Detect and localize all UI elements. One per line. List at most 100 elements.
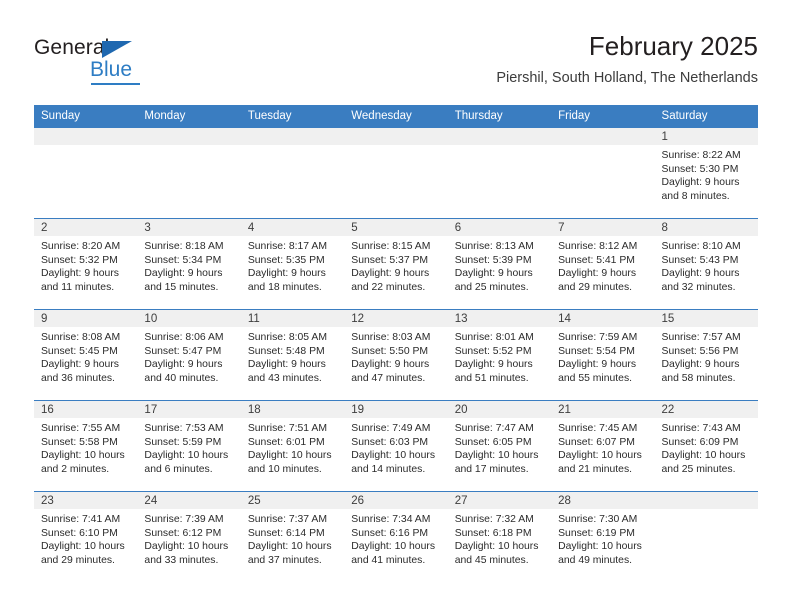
calendar-page: General Blue February 2025 Piershil, Sou… <box>0 0 792 612</box>
sunrise-text: Sunrise: 7:39 AM <box>144 514 224 525</box>
day-number <box>240 128 345 145</box>
logo-underline <box>91 83 140 85</box>
day-number <box>34 128 138 145</box>
calendar-week-row: 1 Sunrise: 8:22 AM Sunset: 5:30 PM Daylight… <box>34 127 758 219</box>
day-number <box>447 128 552 145</box>
weekday-header-wednesday: Wednesday <box>344 105 448 128</box>
sunset-text: Sunset: 6:09 PM <box>661 436 739 448</box>
daylight-text-line1: Daylight: 9 hours <box>558 359 637 371</box>
daylight-text-line2: and 40 minutes. <box>144 372 219 384</box>
daylight-text-line2: and 32 minutes. <box>661 281 736 293</box>
day-details: Sunrise: 7:34 AM Sunset: 6:16 PM Daylight:… <box>344 509 447 567</box>
calendar-day-cell[interactable]: 8 Sunrise: 8:10 AM Sunset: 5:43 PM Daylight… <box>654 218 758 310</box>
daylight-text-line1: Daylight: 9 hours <box>661 359 740 371</box>
daylight-text-line1: Daylight: 9 hours <box>247 268 326 280</box>
sunset-text: Sunset: 6:19 PM <box>558 527 635 539</box>
calendar-day-cell[interactable]: 15 Sunrise: 7:57 AM Sunset: 5:56 PM Dayligh… <box>654 309 758 401</box>
daylight-text-line1: Daylight: 10 hours <box>41 450 125 462</box>
calendar-day-cell[interactable]: 1 Sunrise: 8:22 AM Sunset: 5:30 PM Daylight… <box>654 127 758 219</box>
day-number: 18 <box>240 401 345 418</box>
day-details: Sunrise: 8:13 AM Sunset: 5:39 PM Daylight:… <box>448 236 551 294</box>
daylight-text-line2: and 25 minutes. <box>661 463 736 475</box>
day-details: Sunrise: 8:18 AM Sunset: 5:34 PM Daylight:… <box>137 236 240 294</box>
day-number: 4 <box>240 219 345 236</box>
day-details: Sunrise: 8:15 AM Sunset: 5:37 PM Daylight:… <box>344 236 447 294</box>
daylight-text-line1: Daylight: 9 hours <box>661 268 740 280</box>
calendar-day-cell[interactable]: 4 Sunrise: 8:17 AM Sunset: 5:35 PM Daylight… <box>240 218 345 310</box>
daylight-text-line1: Daylight: 9 hours <box>247 359 326 371</box>
day-number: 26 <box>344 492 448 509</box>
sunrise-text: Sunrise: 8:15 AM <box>351 241 431 252</box>
daylight-text-line2: and 25 minutes. <box>454 281 529 293</box>
page-title: February 2025 <box>588 31 758 61</box>
calendar-day-cell[interactable]: 23 Sunrise: 7:41 AM Sunset: 6:10 PM Dayligh… <box>34 491 138 582</box>
day-number <box>551 128 655 145</box>
weekday-header-sunday: Sunday <box>34 105 138 128</box>
calendar-day-cell[interactable]: 25 Sunrise: 7:37 AM Sunset: 6:14 PM Dayligh… <box>240 491 345 582</box>
calendar-day-cell[interactable]: 6 Sunrise: 8:13 AM Sunset: 5:39 PM Daylight… <box>447 218 552 310</box>
day-number: 13 <box>447 310 552 327</box>
sunrise-text: Sunrise: 8:01 AM <box>454 332 534 343</box>
calendar-day-cell[interactable]: 22 Sunrise: 7:43 AM Sunset: 6:09 PM Dayligh… <box>654 400 758 492</box>
day-number: 9 <box>34 310 138 327</box>
calendar-day-cell[interactable]: 19 Sunrise: 7:49 AM Sunset: 6:03 PM Dayligh… <box>344 400 448 492</box>
day-details: Sunrise: 7:57 AM Sunset: 5:56 PM Daylight:… <box>655 327 758 385</box>
calendar-day-cell[interactable]: 17 Sunrise: 7:53 AM Sunset: 5:59 PM Dayligh… <box>137 400 241 492</box>
weekday-header-tuesday: Tuesday <box>240 105 345 128</box>
calendar-day-cell[interactable]: 3 Sunrise: 8:18 AM Sunset: 5:34 PM Daylight… <box>137 218 241 310</box>
sunset-text: Sunset: 5:59 PM <box>144 436 222 448</box>
day-number: 24 <box>137 492 241 509</box>
calendar-week-row: 9 Sunrise: 8:08 AM Sunset: 5:45 PM Daylight… <box>34 309 758 401</box>
calendar-day-cell[interactable]: 26 Sunrise: 7:34 AM Sunset: 6:16 PM Dayligh… <box>344 491 448 582</box>
sunrise-text: Sunrise: 8:22 AM <box>661 150 741 161</box>
sunset-text: Sunset: 5:45 PM <box>41 345 118 357</box>
daylight-text-line2: and 37 minutes. <box>247 554 322 566</box>
day-number: 10 <box>137 310 241 327</box>
daylight-text-line1: Daylight: 9 hours <box>661 177 740 189</box>
day-number <box>344 128 448 145</box>
calendar-day-cell[interactable]: 28 Sunrise: 7:30 AM Sunset: 6:19 PM Dayligh… <box>551 491 655 582</box>
calendar-day-cell[interactable]: 11 Sunrise: 8:05 AM Sunset: 5:48 PM Dayligh… <box>240 309 345 401</box>
calendar-day-cell[interactable]: 24 Sunrise: 7:39 AM Sunset: 6:12 PM Dayligh… <box>137 491 241 582</box>
calendar-day-cell[interactable]: 27 Sunrise: 7:32 AM Sunset: 6:18 PM Dayligh… <box>447 491 552 582</box>
day-details: Sunrise: 8:10 AM Sunset: 5:43 PM Daylight:… <box>655 236 758 294</box>
calendar-day-cell[interactable]: 21 Sunrise: 7:45 AM Sunset: 6:07 PM Dayligh… <box>551 400 655 492</box>
daylight-text-line1: Daylight: 10 hours <box>558 541 642 553</box>
calendar-day-cell[interactable]: 7 Sunrise: 8:12 AM Sunset: 5:41 PM Daylight… <box>551 218 655 310</box>
calendar-day-cell[interactable]: 18 Sunrise: 7:51 AM Sunset: 6:01 PM Dayligh… <box>240 400 345 492</box>
day-details: Sunrise: 8:08 AM Sunset: 5:45 PM Daylight:… <box>34 327 137 385</box>
calendar-day-cell[interactable]: 2 Sunrise: 8:20 AM Sunset: 5:32 PM Daylight… <box>34 218 138 310</box>
daylight-text-line1: Daylight: 9 hours <box>41 268 119 280</box>
calendar-day-cell[interactable]: 14 Sunrise: 7:59 AM Sunset: 5:54 PM Dayligh… <box>551 309 655 401</box>
calendar-day-cell[interactable]: 13 Sunrise: 8:01 AM Sunset: 5:52 PM Dayligh… <box>447 309 552 401</box>
day-number: 28 <box>551 492 655 509</box>
sunrise-text: Sunrise: 7:47 AM <box>454 423 534 434</box>
sunset-text: Sunset: 5:41 PM <box>558 254 635 266</box>
daylight-text-line1: Daylight: 10 hours <box>144 541 229 553</box>
calendar-day-cell[interactable]: 9 Sunrise: 8:08 AM Sunset: 5:45 PM Daylight… <box>34 309 138 401</box>
calendar-day-cell-empty <box>137 127 241 219</box>
calendar-day-cell[interactable]: 20 Sunrise: 7:47 AM Sunset: 6:05 PM Dayligh… <box>447 400 552 492</box>
daylight-text-line2: and 18 minutes. <box>247 281 322 293</box>
calendar-day-cell[interactable]: 5 Sunrise: 8:15 AM Sunset: 5:37 PM Daylight… <box>344 218 448 310</box>
day-number: 11 <box>240 310 345 327</box>
calendar-week-row: 2 Sunrise: 8:20 AM Sunset: 5:32 PM Daylight… <box>34 218 758 310</box>
calendar-day-cell[interactable]: 10 Sunrise: 8:06 AM Sunset: 5:47 PM Dayligh… <box>137 309 241 401</box>
daylight-text-line2: and 15 minutes. <box>144 281 219 293</box>
daylight-text-line2: and 45 minutes. <box>454 554 529 566</box>
sunrise-text: Sunrise: 7:37 AM <box>247 514 327 525</box>
daylight-text-line1: Daylight: 10 hours <box>351 541 436 553</box>
sunrise-text: Sunrise: 7:53 AM <box>144 423 224 434</box>
day-number: 1 <box>654 128 758 145</box>
day-number: 17 <box>137 401 241 418</box>
calendar-day-cell[interactable]: 12 Sunrise: 8:03 AM Sunset: 5:50 PM Dayligh… <box>344 309 448 401</box>
day-details: Sunrise: 7:32 AM Sunset: 6:18 PM Daylight:… <box>448 509 551 567</box>
day-details: Sunrise: 7:49 AM Sunset: 6:03 PM Daylight:… <box>344 418 447 476</box>
sunrise-text: Sunrise: 7:59 AM <box>558 332 638 343</box>
day-details: Sunrise: 8:05 AM Sunset: 5:48 PM Daylight:… <box>241 327 344 385</box>
daylight-text-line2: and 49 minutes. <box>558 554 633 566</box>
sunrise-text: Sunrise: 7:51 AM <box>247 423 327 434</box>
calendar-week-row: 23 Sunrise: 7:41 AM Sunset: 6:10 PM Dayligh… <box>34 491 758 582</box>
sunrise-text: Sunrise: 8:18 AM <box>144 241 224 252</box>
calendar-day-cell[interactable]: 16 Sunrise: 7:55 AM Sunset: 5:58 PM Dayligh… <box>34 400 138 492</box>
